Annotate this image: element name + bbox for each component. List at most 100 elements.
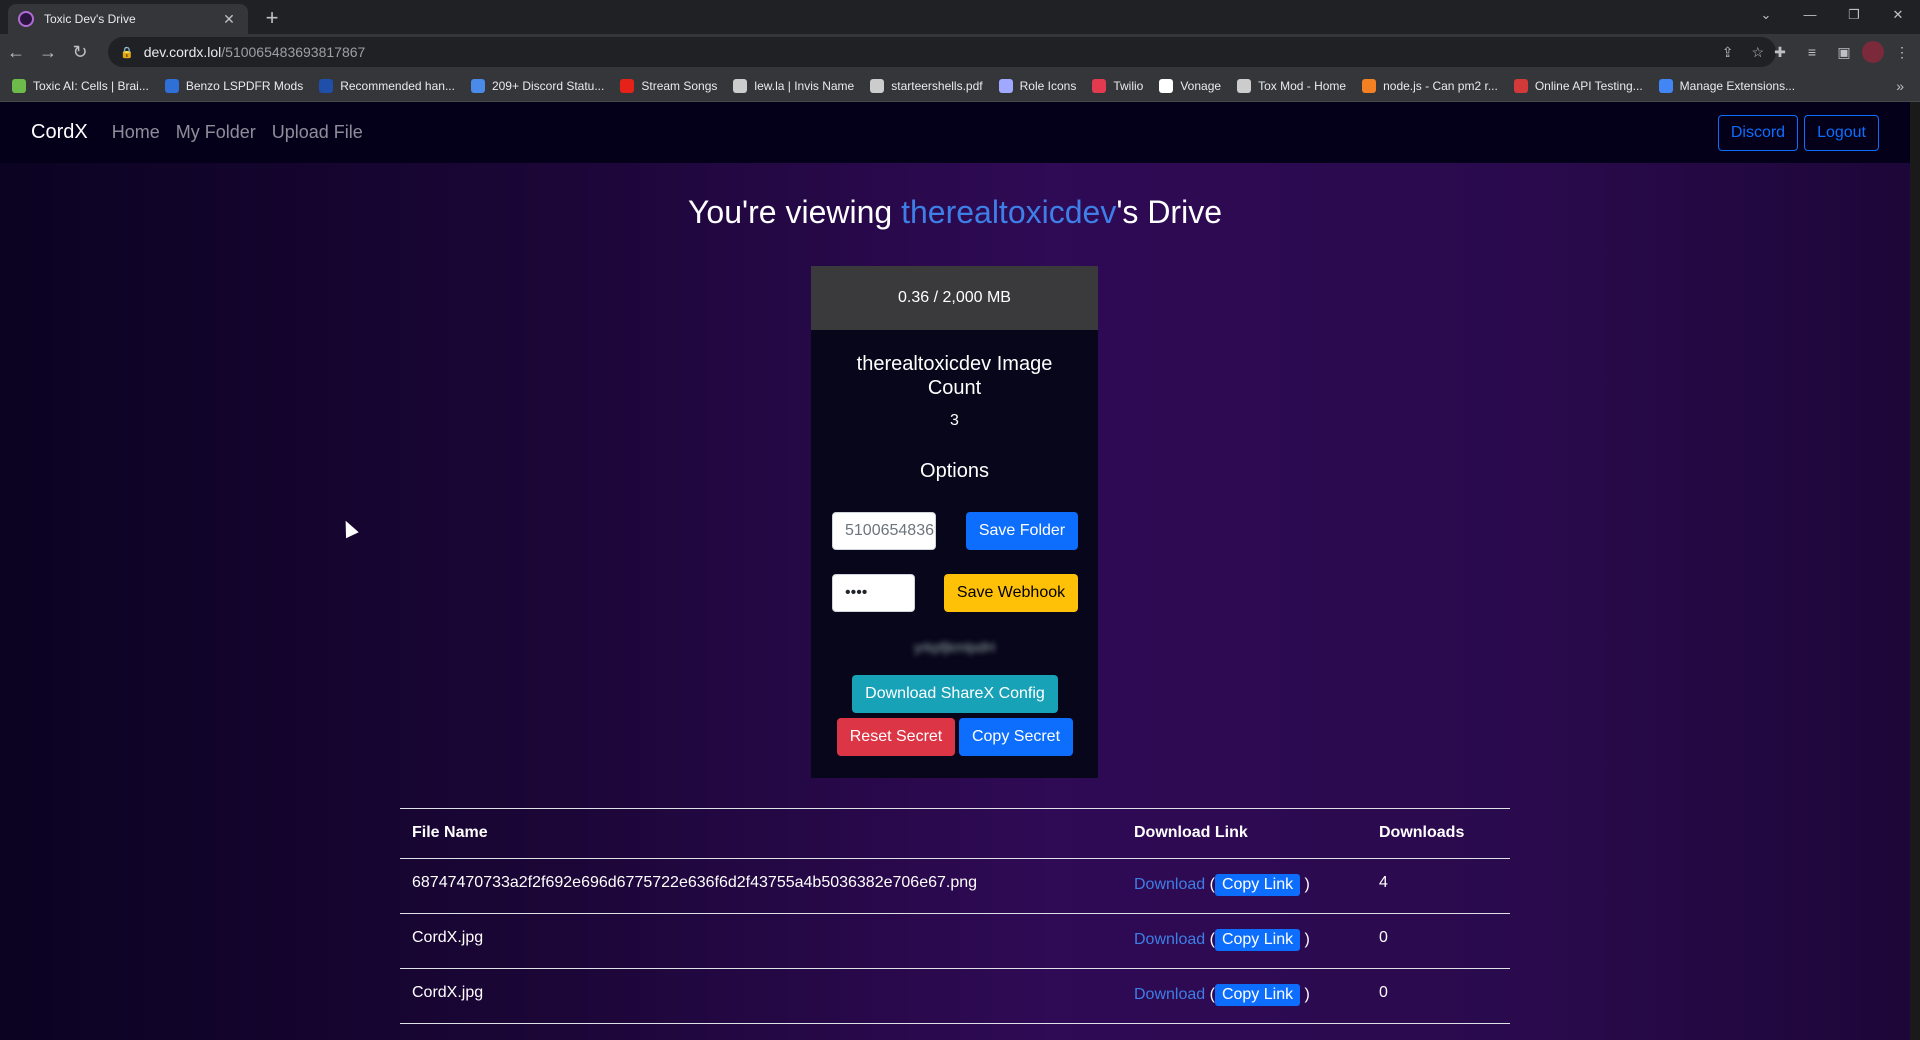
share-icon[interactable]: ⇪ bbox=[1722, 44, 1734, 61]
bookmark-item[interactable]: Role Icons bbox=[998, 78, 1077, 93]
downloads-count-cell: 4 bbox=[1379, 874, 1388, 891]
browser-tab[interactable]: Toxic Dev's Drive ✕ bbox=[8, 4, 248, 34]
bookmark-star-icon[interactable]: ☆ bbox=[1751, 44, 1764, 61]
download-link-cell: Download (Copy Link ) bbox=[1134, 984, 1379, 1006]
image-count-title: therealtoxicdev Image Count bbox=[856, 353, 1053, 399]
tab-search-icon[interactable]: ⌄ bbox=[1744, 0, 1788, 30]
logout-button[interactable]: Logout bbox=[1804, 114, 1879, 151]
bookmark-label: Benzo LSPDFR Mods bbox=[185, 78, 304, 93]
reload-icon[interactable]: ↻ bbox=[64, 36, 96, 68]
webhook-input[interactable]: •••• bbox=[832, 574, 915, 612]
page-scrollbar[interactable] bbox=[1910, 102, 1920, 1040]
download-link-cell: Download (Copy Link ) bbox=[1134, 874, 1379, 896]
nav-link-home[interactable]: Home bbox=[112, 122, 160, 143]
tab-title: Toxic Dev's Drive bbox=[44, 12, 136, 26]
forward-icon[interactable]: → bbox=[32, 36, 64, 68]
browser-menu-icon[interactable]: ⋮ bbox=[1888, 38, 1916, 66]
bookmark-item[interactable]: Online API Testing... bbox=[1513, 78, 1643, 93]
bookmark-favicon-icon bbox=[164, 78, 179, 93]
downloads-count-cell: 0 bbox=[1379, 929, 1388, 946]
bookmark-item[interactable]: Benzo LSPDFR Mods bbox=[164, 78, 304, 93]
bookmark-favicon-icon bbox=[1237, 78, 1252, 93]
copy-link-button[interactable]: Copy Link bbox=[1214, 984, 1301, 1006]
copy-link-button[interactable]: Copy Link bbox=[1214, 929, 1301, 951]
download-link[interactable]: Download bbox=[1134, 876, 1205, 893]
extensions-icon[interactable]: ✚ bbox=[1766, 38, 1794, 66]
paren-close: ) bbox=[1300, 876, 1310, 893]
bookmark-item[interactable]: node.js - Can pm2 r... bbox=[1362, 78, 1498, 93]
bookmark-item[interactable]: Vonage bbox=[1159, 78, 1222, 93]
bookmark-favicon-icon bbox=[319, 78, 334, 93]
reading-list-icon[interactable]: ≡ bbox=[1798, 38, 1826, 66]
browser-toolbar: ← → ↻ 🔒 dev.cordx.lol /51006548369381786… bbox=[0, 34, 1920, 70]
copy-link-button[interactable]: Copy Link bbox=[1214, 874, 1301, 896]
bookmark-item[interactable]: Recommended han... bbox=[319, 78, 455, 93]
bookmark-label: lew.la | Invis Name bbox=[754, 78, 855, 93]
bookmark-label: Recommended han... bbox=[340, 78, 455, 93]
page-viewport: CordX Home My Folder Upload File Discord… bbox=[0, 102, 1910, 1040]
restore-icon[interactable]: ❐ bbox=[1832, 0, 1876, 30]
page-title-suffix: 's Drive bbox=[1116, 194, 1222, 230]
folder-id-input[interactable]: 510065483693817867 bbox=[832, 512, 936, 550]
nav-link-upload-file[interactable]: Upload File bbox=[272, 122, 363, 143]
paren-open: ( bbox=[1205, 876, 1215, 893]
bookmarks-overflow-icon[interactable]: » bbox=[1896, 78, 1904, 94]
storage-usage: 0.36 / 2,000 MB bbox=[811, 266, 1098, 330]
bookmark-favicon-icon bbox=[998, 78, 1013, 93]
bookmark-label: Vonage bbox=[1180, 78, 1222, 93]
nav-link-my-folder[interactable]: My Folder bbox=[176, 122, 256, 143]
file-name-cell: CordX.jpg bbox=[412, 984, 484, 1001]
file-name-cell: CordX.jpg bbox=[412, 929, 484, 946]
reset-secret-button[interactable]: Reset Secret bbox=[837, 718, 955, 756]
new-tab-icon[interactable]: + bbox=[258, 4, 286, 32]
mouse-cursor-icon bbox=[339, 517, 359, 539]
bookmark-favicon-icon bbox=[1092, 78, 1107, 93]
url-path: /510065483693817867 bbox=[221, 44, 366, 60]
bookmark-item[interactable]: Manage Extensions... bbox=[1658, 78, 1795, 93]
site-navbar: CordX Home My Folder Upload File Discord… bbox=[0, 102, 1910, 163]
download-sharex-config-button[interactable]: Download ShareX Config bbox=[852, 675, 1058, 713]
bookmark-favicon-icon bbox=[870, 78, 885, 93]
paren-open: ( bbox=[1205, 986, 1215, 1003]
page-title-username[interactable]: therealtoxicdev bbox=[901, 194, 1116, 230]
bookmark-item[interactable]: Tox Mod - Home bbox=[1237, 78, 1346, 93]
lock-icon[interactable]: 🔒 bbox=[120, 46, 134, 59]
files-table-header: File Name Download Link Downloads bbox=[400, 809, 1510, 859]
bookmark-label: Twilio bbox=[1113, 78, 1144, 93]
profile-avatar[interactable] bbox=[1862, 41, 1884, 63]
bookmark-favicon-icon bbox=[1362, 78, 1377, 93]
brand-logo[interactable]: CordX bbox=[31, 121, 88, 144]
bookmark-favicon-icon bbox=[620, 78, 635, 93]
download-link[interactable]: Download bbox=[1134, 931, 1205, 948]
close-tab-icon[interactable]: ✕ bbox=[220, 11, 238, 28]
bookmark-item[interactable]: 209+ Discord Statu... bbox=[470, 78, 605, 93]
bookmark-favicon-icon bbox=[12, 78, 26, 93]
files-table-body: 68747470733a2f2f692e696d6775722e636f6d2f… bbox=[400, 859, 1510, 1024]
bookmark-item[interactable]: lew.la | Invis Name bbox=[733, 78, 855, 93]
window-controls: ⌄ — ❐ ✕ bbox=[1744, 0, 1920, 30]
bookmark-label: 209+ Discord Statu... bbox=[491, 78, 605, 93]
bookmark-label: Stream Songs bbox=[641, 78, 718, 93]
paren-close: ) bbox=[1300, 986, 1310, 1003]
page-title-prefix: You're viewing bbox=[688, 194, 902, 230]
bookmark-label: Role Icons bbox=[1019, 78, 1077, 93]
bookmark-item[interactable]: Toxic AI: Cells | Brai... bbox=[12, 78, 149, 93]
bookmark-favicon-icon bbox=[1513, 78, 1528, 93]
table-row: 68747470733a2f2f692e696d6775722e636f6d2f… bbox=[400, 859, 1510, 914]
back-icon[interactable]: ← bbox=[0, 36, 32, 68]
bookmark-favicon-icon bbox=[1159, 78, 1174, 93]
bookmark-item[interactable]: Stream Songs bbox=[620, 78, 718, 93]
save-webhook-button[interactable]: Save Webhook bbox=[944, 574, 1078, 612]
minimize-icon[interactable]: — bbox=[1788, 0, 1832, 30]
bookmark-item[interactable]: Twilio bbox=[1092, 78, 1144, 93]
discord-button[interactable]: Discord bbox=[1717, 114, 1799, 151]
address-bar[interactable]: 🔒 dev.cordx.lol /510065483693817867 ⇪ ☆ bbox=[108, 37, 1776, 67]
side-panel-icon[interactable]: ▣ bbox=[1830, 38, 1858, 66]
copy-secret-button[interactable]: Copy Secret bbox=[959, 718, 1073, 756]
save-folder-button[interactable]: Save Folder bbox=[966, 512, 1078, 550]
download-link[interactable]: Download bbox=[1134, 986, 1205, 1003]
bookmark-item[interactable]: starteershells.pdf bbox=[870, 78, 983, 93]
drive-info-card: 0.36 / 2,000 MB therealtoxicdev Image Co… bbox=[811, 266, 1098, 778]
column-header-download-link: Download Link bbox=[1134, 824, 1248, 841]
close-window-icon[interactable]: ✕ bbox=[1876, 0, 1920, 30]
